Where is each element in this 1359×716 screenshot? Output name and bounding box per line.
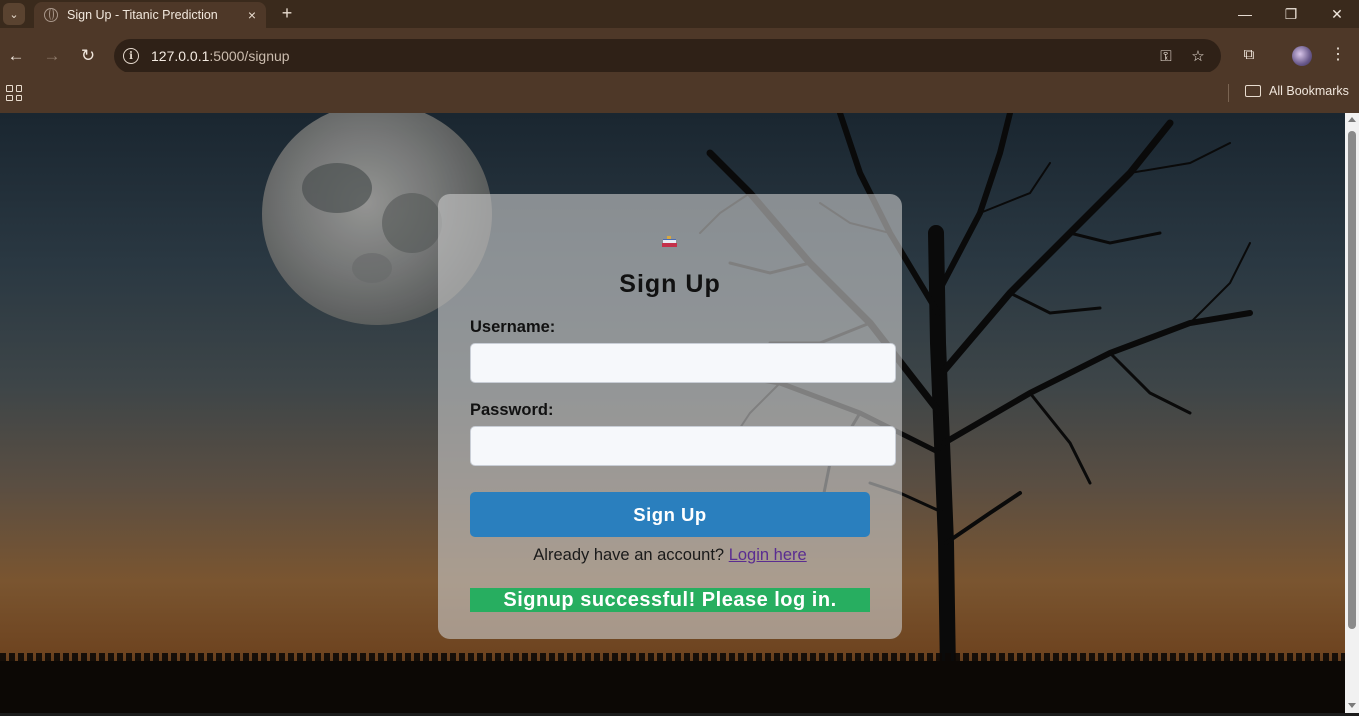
password-input[interactable] (470, 426, 896, 466)
all-bookmarks-label: All Bookmarks (1269, 84, 1349, 98)
url-text: 127.0.0.1:5000/signup (151, 48, 290, 64)
page-title: Sign Up (619, 270, 721, 298)
folder-icon (1245, 85, 1261, 97)
password-key-icon[interactable]: ⚿ (1155, 46, 1177, 68)
username-input[interactable] (470, 343, 896, 383)
ground-silhouette (0, 661, 1345, 713)
scroll-thumb[interactable] (1348, 131, 1356, 629)
menu-kebab-icon[interactable]: ⋮ (1330, 44, 1346, 66)
bookmarks-bar: All Bookmarks (0, 72, 1359, 113)
extensions-icon[interactable]: ⧉ (1238, 44, 1260, 66)
site-info-icon[interactable]: i (123, 48, 139, 64)
login-link[interactable]: Login here (729, 546, 807, 564)
minimize-button[interactable]: — (1230, 4, 1260, 24)
tab-search-button[interactable]: ⌄ (3, 3, 25, 25)
back-icon[interactable]: ← (4, 44, 28, 68)
page-viewport: Sign Up Username: Password: Sign Up Alre… (0, 113, 1345, 713)
forward-icon[interactable]: → (40, 44, 64, 68)
window-close-button[interactable]: ✕ (1322, 4, 1352, 24)
password-label: Password: (470, 401, 554, 419)
restore-button[interactable]: ❐ (1276, 4, 1306, 24)
bookmarks-divider (1228, 84, 1229, 102)
browser-tab[interactable]: Sign Up - Titanic Prediction × (34, 2, 266, 28)
globe-icon (44, 8, 58, 22)
apps-grid-icon[interactable] (6, 85, 22, 101)
login-prompt-text: Already have an account? (533, 546, 725, 564)
tab-close-icon[interactable]: × (248, 7, 256, 23)
flash-success-message: Signup successful! Please log in. (470, 588, 870, 612)
reload-icon[interactable]: ↻ (76, 44, 100, 68)
profile-avatar[interactable] (1292, 46, 1312, 66)
browser-tab-strip: ⌄ Sign Up - Titanic Prediction × + — ❐ ✕ (0, 0, 1359, 28)
bookmark-star-icon[interactable]: ☆ (1187, 46, 1209, 68)
new-tab-button[interactable]: + (278, 4, 296, 22)
address-bar[interactable]: i 127.0.0.1:5000/signup ⚿ ☆ (114, 39, 1221, 73)
tab-title: Sign Up - Titanic Prediction (67, 8, 218, 22)
username-label: Username: (470, 318, 556, 336)
signup-button[interactable]: Sign Up (470, 492, 870, 537)
signup-card: Sign Up Username: Password: Sign Up Alre… (438, 194, 902, 639)
all-bookmarks-button[interactable]: All Bookmarks (1245, 84, 1349, 98)
ship-icon (662, 236, 677, 248)
scroll-down-arrow-icon[interactable] (1348, 703, 1356, 708)
login-prompt-row: Already have an account? Login here (438, 546, 902, 565)
scroll-up-arrow-icon[interactable] (1348, 117, 1356, 122)
vertical-scrollbar[interactable] (1345, 113, 1359, 713)
